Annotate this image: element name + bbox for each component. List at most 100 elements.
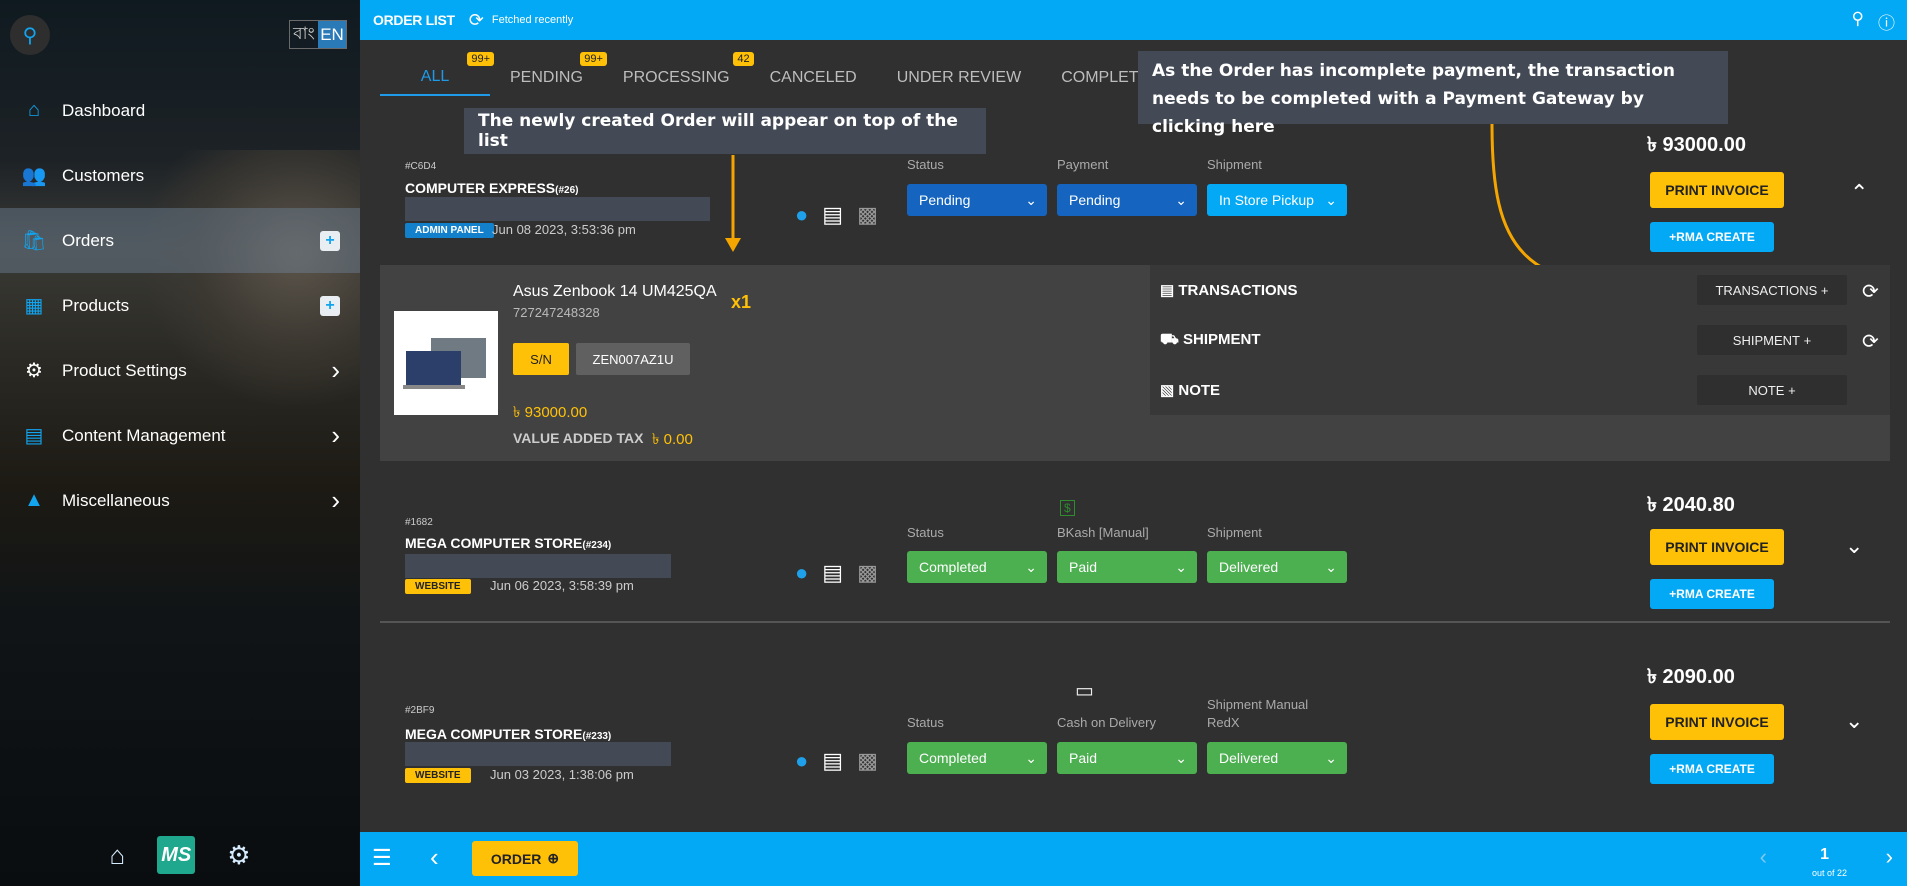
tab-all[interactable]: ALL 99+ [380,52,494,96]
logo[interactable]: MS [157,836,196,874]
sidebar-footer: ⌂ MS ⚙ [0,830,360,880]
report-icon[interactable]: ▩ [857,560,878,586]
add-order-button[interactable]: + [320,230,340,251]
status-label: Status [907,157,944,172]
payment-label: BKash [Manual] [1057,525,1149,540]
customer-name[interactable]: COMPUTER EXPRESS(#26) [405,180,579,196]
tab-under-review[interactable]: UNDER REVIEW [877,60,1041,96]
sidebar-item-content-management[interactable]: ▤ Content Management › [0,403,360,468]
button-label: NOTE [1748,382,1785,398]
add-transaction-button[interactable]: TRANSACTIONS + [1697,275,1847,305]
chevron-right-icon: › [331,355,340,385]
report-icon[interactable]: ▩ [857,202,878,228]
product-price: ৳ 93000.00 [513,404,588,421]
section-label: TRANSACTIONS [1178,282,1298,299]
prev-page-icon[interactable]: ‹ [1760,844,1767,870]
collapse-icon[interactable]: ⌃ [1850,180,1868,206]
tab-label: PENDING [510,69,583,86]
sidebar-item-product-settings[interactable]: ⚙ Product Settings › [0,338,360,403]
customer-number: (#234) [582,540,612,551]
home-icon: ⌂ [27,99,41,121]
shopping-bag-icon: 🛍 [21,230,47,252]
expand-icon[interactable]: ⌄ [1845,533,1863,559]
refresh-transactions-icon[interactable]: ⟳ [1862,279,1879,304]
settings-icon[interactable]: ⚙ [227,840,250,871]
chevron-down-icon: ⌄ [1175,749,1187,766]
order-row[interactable]: #1682 MEGA COMPUTER STORE(#234) WEBSITE … [380,494,1890,620]
customer-name[interactable]: MEGA COMPUTER STORE(#234) [405,535,611,551]
order-id: #C6D4 [405,161,437,172]
select-value: Completed [919,559,987,575]
status-select[interactable]: Pending ⌄ [907,184,1047,216]
button-label: TRANSACTIONS [1715,282,1818,298]
button-label: ORDER [490,850,542,867]
order-date: Jun 06 2023, 3:58:39 pm [490,578,634,593]
refresh-shipment-icon[interactable]: ⟳ [1862,329,1879,354]
shipment-select[interactable]: Delivered ⌄ [1207,742,1347,774]
refresh-icon[interactable]: ⟳ [469,10,484,31]
top-bar: ORDER LIST ⟳ Fetched recently ⚲ ⓘ [360,0,1907,40]
print-invoice-button[interactable]: PRINT INVOICE [1650,529,1784,565]
expand-icon[interactable]: ⌄ [1845,708,1863,734]
content-icon: ▤ [24,425,44,447]
order-details: Asus Zenbook 14 UM425QA 727247248328 x1 … [380,265,1890,461]
create-order-button[interactable]: ORDER ⊕ [472,841,578,876]
tab-pending[interactable]: PENDING 99+ [490,52,607,96]
shipment-select[interactable]: Delivered ⌄ [1207,551,1347,583]
sidebar-item-customers[interactable]: 👥 Customers [0,143,360,208]
payment-label: Payment [1057,157,1109,172]
customer-icon[interactable]: ● [795,560,808,586]
back-icon[interactable]: ‹ [430,842,439,873]
order-date: Jun 08 2023, 3:53:36 pm [492,222,636,237]
boxes-icon: ▦ [24,295,44,317]
help-icon[interactable]: ⓘ [1878,9,1895,34]
invoice-icon[interactable]: ▤ [822,560,843,586]
add-product-button[interactable]: + [320,295,340,316]
status-select[interactable]: Completed ⌄ [907,742,1047,774]
invoice-icon[interactable]: ▤ [822,202,843,228]
add-shipment-button[interactable]: SHIPMENT + [1697,325,1847,355]
rma-create-button[interactable]: + RMA CREATE [1650,754,1774,784]
print-invoice-button[interactable]: PRINT INVOICE [1650,172,1784,208]
print-invoice-button[interactable]: PRINT INVOICE [1650,704,1784,740]
home-icon[interactable]: ⌂ [109,840,125,871]
shipment-label: Shipment [1207,157,1262,172]
customer-name[interactable]: MEGA COMPUTER STORE(#233) [405,726,611,742]
payment-select[interactable]: Paid ⌄ [1057,551,1197,583]
sidebar-item-dashboard[interactable]: ⌂ Dashboard [0,78,360,143]
add-note-button[interactable]: NOTE + [1697,375,1847,405]
order-row[interactable]: #2BF9 MEGA COMPUTER STORE(#233) WEBSITE … [380,666,1890,810]
address-bar [405,197,710,221]
language-en[interactable]: EN [318,21,346,48]
status-select[interactable]: Completed ⌄ [907,551,1047,583]
sidebar-item-products[interactable]: ▦ Products + [0,273,360,338]
customer-icon[interactable]: ● [795,202,808,228]
select-value: Pending [1069,192,1121,208]
customer-icon[interactable]: ● [795,748,808,774]
serial-number-value: ZEN007AZ1U [576,343,690,375]
search-icon[interactable]: ⚲ [1852,9,1864,34]
next-page-icon[interactable]: › [1886,844,1893,870]
annotation-payment: As the Order has incomplete payment, the… [1138,51,1728,137]
report-icon[interactable]: ▩ [857,748,878,774]
tab-label: PROCESSING [622,69,730,86]
gear-icon: ⚙ [25,360,43,382]
payment-select[interactable]: Pending ⌄ [1057,184,1197,216]
tab-processing[interactable]: PROCESSING 42 [603,52,754,96]
sidebar-item-miscellaneous[interactable]: ▲ Miscellaneous › [0,468,360,533]
tab-canceled[interactable]: CANCELED [750,60,877,96]
order-row[interactable]: #C6D4 COMPUTER EXPRESS(#26) ADMIN PANEL … [380,134,1890,265]
payment-select[interactable]: Paid ⌄ [1057,742,1197,774]
language-toggle[interactable]: বাং EN [289,20,347,49]
menu-icon[interactable]: ☰ [372,845,392,871]
serial-number-button[interactable]: S/N [513,343,569,375]
shipment-select[interactable]: In Store Pickup ⌄ [1207,184,1347,216]
sidebar-item-label: Content Management [62,425,226,445]
language-bn[interactable]: বাং [290,21,318,48]
order-id: #2BF9 [405,705,435,716]
sidebar-item-orders[interactable]: 🛍 Orders + [0,208,360,273]
invoice-icon[interactable]: ▤ [822,748,843,774]
rma-create-button[interactable]: + RMA CREATE [1650,222,1774,252]
rma-create-button[interactable]: + RMA CREATE [1650,579,1774,609]
search-button[interactable]: ⚲ [10,15,50,55]
